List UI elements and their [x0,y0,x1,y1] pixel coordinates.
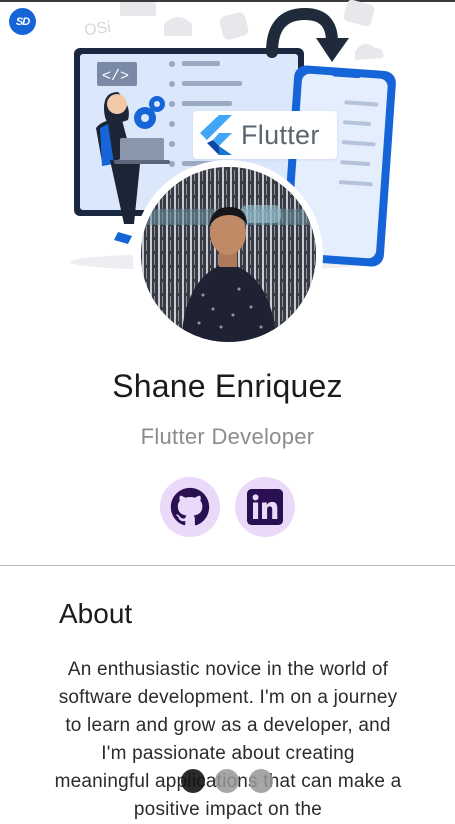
avatar [141,167,316,342]
linkedin-button[interactable] [235,477,295,537]
page-dot-2[interactable] [215,769,239,793]
page-indicator [181,769,275,793]
about-title: About [59,598,133,629]
page-dot-1[interactable] [181,769,205,793]
app-logo[interactable]: SD [9,8,36,35]
github-icon [170,487,210,526]
profile-name: Shane Enriquez [112,368,343,404]
svg-text:OSi: OSi [83,19,112,40]
about-text: An enthusiastic novice in the world of s… [54,659,402,820]
page-dot-3[interactable] [249,769,273,793]
section-divider [0,565,455,566]
github-button[interactable] [160,477,220,537]
flutter-label: Flutter [241,119,320,150]
flutter-badge: Flutter [193,111,337,159]
linkedin-icon [247,489,283,525]
flutter-logo-icon [200,115,232,155]
svg-text:</>: </> [102,68,129,85]
profile-photo [141,167,316,342]
profile-role: Flutter Developer [140,424,315,449]
